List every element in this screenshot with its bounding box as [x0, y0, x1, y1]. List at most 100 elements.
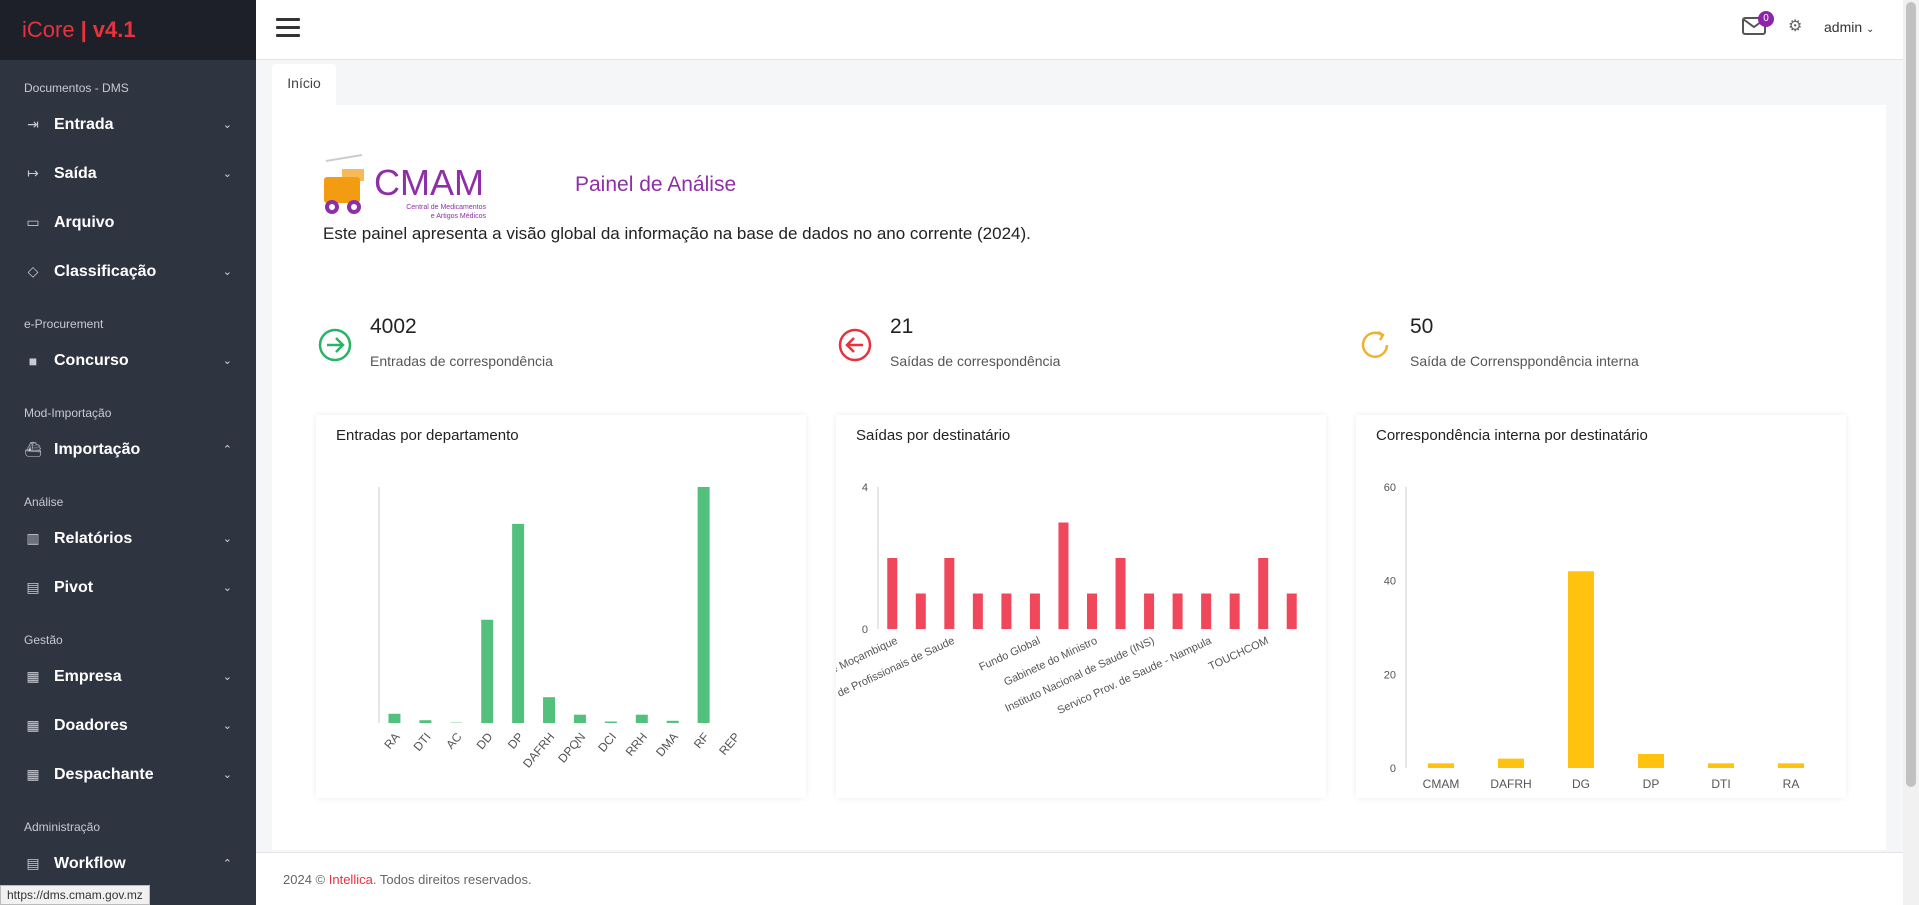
- footer-rights: Todos direitos reservados.: [379, 872, 532, 887]
- chart-bar[interactable]: [388, 713, 401, 723]
- chart-card-entradas: Entradas por departamento RA DTI AC DD DP DAF…: [316, 415, 806, 798]
- logo-wordmark: CMAM: [374, 162, 484, 203]
- sidebar-item-label: Relatórios: [54, 529, 133, 547]
- chart-bar[interactable]: [419, 720, 432, 723]
- stat-caption: Entradas de correspondência: [370, 353, 553, 369]
- stat-caption: Saída de Corrensppondência interna: [1410, 353, 1639, 369]
- sign-out-icon: ↦: [27, 165, 39, 181]
- dashboard-content: CMAM Central de Medicamentos e Artigos M…: [272, 105, 1886, 850]
- building-icon: ▦: [26, 766, 40, 782]
- chart-bar[interactable]: [543, 697, 556, 723]
- settings-gear-icon[interactable]: ⚙: [1788, 16, 1802, 36]
- chart-bar[interactable]: [512, 523, 525, 723]
- scrollbar-thumb[interactable]: [1906, 2, 1916, 787]
- arrow-right-circle-icon: [318, 328, 352, 362]
- chart-bar[interactable]: [1638, 753, 1664, 768]
- sidebar-item-workflow[interactable]: ▤ Workflow ⌃: [0, 839, 256, 888]
- sidebar-item-label: Entrada: [54, 115, 114, 133]
- sidebar-item-concurso[interactable]: ■ Concurso ⌄: [0, 336, 256, 385]
- x-tick-label: RA: [381, 730, 402, 752]
- chart-bar[interactable]: [1708, 763, 1734, 768]
- sidebar-item-importacao[interactable]: ⛴ Importação ⌃: [0, 425, 256, 474]
- y-tick-label: 20: [1384, 669, 1396, 681]
- chart-bar[interactable]: [887, 558, 898, 629]
- chart-card-interna: Correspondência interna por destinatário…: [1356, 415, 1846, 798]
- chart-bar[interactable]: [666, 720, 679, 723]
- x-tick-label: DP: [505, 730, 526, 752]
- archive-icon: ▭: [26, 214, 40, 230]
- chart-bar[interactable]: [635, 714, 648, 723]
- arrow-left-circle-icon: [838, 328, 872, 362]
- chevron-down-icon: ⌄: [222, 720, 232, 732]
- sidebar-item-arquivo[interactable]: ▭ Arquivo: [0, 198, 256, 247]
- chevron-down-icon: ⌄: [1866, 24, 1875, 35]
- tab-inicio[interactable]: Início: [272, 64, 336, 105]
- mail-count-badge: 0: [1758, 11, 1774, 27]
- refresh-icon: [1361, 330, 1389, 358]
- logo-subtitle-1: Central de Medicamentos: [406, 204, 486, 211]
- chevron-down-icon: ⌄: [222, 671, 232, 683]
- sidebar-item-label: Arquivo: [54, 213, 115, 231]
- sidebar-item-empresa[interactable]: ▦ Empresa ⌄: [0, 652, 256, 701]
- sidebar-item-label: Concurso: [54, 351, 129, 369]
- sidebar-item-saida[interactable]: ↦ Saída ⌄: [0, 149, 256, 198]
- logo-subtitle-2: e Artigos Médicos: [431, 213, 487, 220]
- chevron-down-icon: ⌄: [222, 119, 232, 131]
- footer-company-link[interactable]: Intellica.: [329, 872, 377, 887]
- ship-icon: ⛴: [24, 441, 42, 457]
- sidebar-section-title: e-Procurement: [24, 317, 104, 331]
- y-tick-label: 0: [862, 624, 868, 636]
- chart-bar[interactable]: [697, 487, 710, 723]
- page-title: Painel de Análise: [575, 173, 737, 196]
- sidebar-item-despachante[interactable]: ▦ Despachante ⌄: [0, 750, 256, 799]
- chart-bar[interactable]: [1001, 593, 1012, 630]
- chart-bar[interactable]: [1115, 558, 1126, 629]
- folder-icon: ■: [28, 352, 38, 369]
- stat-caption: Saídas de correspondência: [890, 353, 1061, 369]
- chart-bar[interactable]: [481, 619, 494, 723]
- building-icon: ▦: [26, 668, 40, 684]
- sidebar-item-label: Doadores: [54, 716, 128, 734]
- chart-bar[interactable]: [1087, 593, 1097, 630]
- tag-icon: ◇: [27, 263, 39, 279]
- sidebar-item-label: Despachante: [54, 765, 154, 783]
- sidebar-item-pivot[interactable]: ▤ Pivot ⌄: [0, 563, 256, 612]
- footer: 2024 © Intellica. Todos direitos reserva…: [256, 852, 1903, 905]
- chart-bar[interactable]: [1498, 758, 1524, 768]
- chart-bar[interactable]: [1229, 593, 1240, 630]
- user-menu[interactable]: admin ⌄: [1824, 19, 1874, 35]
- topbar: 0 ⚙ admin ⌄: [256, 0, 1903, 60]
- chart-bar[interactable]: [1201, 593, 1212, 630]
- chart-bar[interactable]: [944, 558, 955, 629]
- page-scrollbar[interactable]: [1903, 0, 1919, 905]
- chart-bar[interactable]: [1029, 593, 1040, 630]
- chart-bar[interactable]: [604, 721, 617, 723]
- x-tick-label: DD: [474, 730, 496, 753]
- chart-bar[interactable]: [1172, 593, 1183, 630]
- chart-bar[interactable]: [1428, 763, 1454, 768]
- chart-bar[interactable]: [915, 593, 926, 630]
- brand-logo[interactable]: iCore | v4.1: [0, 0, 256, 60]
- sidebar-section-title: Mod-Importação: [24, 406, 112, 420]
- chart-bar[interactable]: [972, 593, 983, 630]
- chart-bar[interactable]: [1568, 571, 1594, 768]
- sidebar-item-relatorios[interactable]: ▥ Relatórios ⌄: [0, 514, 256, 563]
- stat-value: 4002: [370, 315, 417, 338]
- chevron-down-icon: ⌄: [222, 533, 232, 545]
- y-tick-label: 60: [1384, 482, 1396, 494]
- sidebar-item-doadores[interactable]: ▦ Doadores ⌄: [0, 701, 256, 750]
- sidebar-item-entrada[interactable]: ⇥ Entrada ⌄: [0, 100, 256, 149]
- sidebar-item-classificacao[interactable]: ◇ Classificação ⌄: [0, 247, 256, 296]
- chevron-down-icon: ⌄: [222, 266, 232, 278]
- chart-bar[interactable]: [1144, 593, 1155, 630]
- chart-bar[interactable]: [573, 714, 586, 723]
- y-tick-label: 0: [1390, 763, 1396, 775]
- brand-version: v4.1: [92, 17, 136, 42]
- sidebar: iCore | v4.1 Documentos - DMS ⇥ Entrada ⌄ ↦ S…: [0, 0, 256, 905]
- chart-bar[interactable]: [1286, 593, 1297, 630]
- chart-bar[interactable]: [1778, 763, 1804, 768]
- chart-bar[interactable]: [1258, 558, 1269, 629]
- chart-bar[interactable]: [1058, 522, 1069, 630]
- menu-toggle-icon[interactable]: [276, 18, 300, 38]
- x-tick-label: RF: [691, 730, 712, 751]
